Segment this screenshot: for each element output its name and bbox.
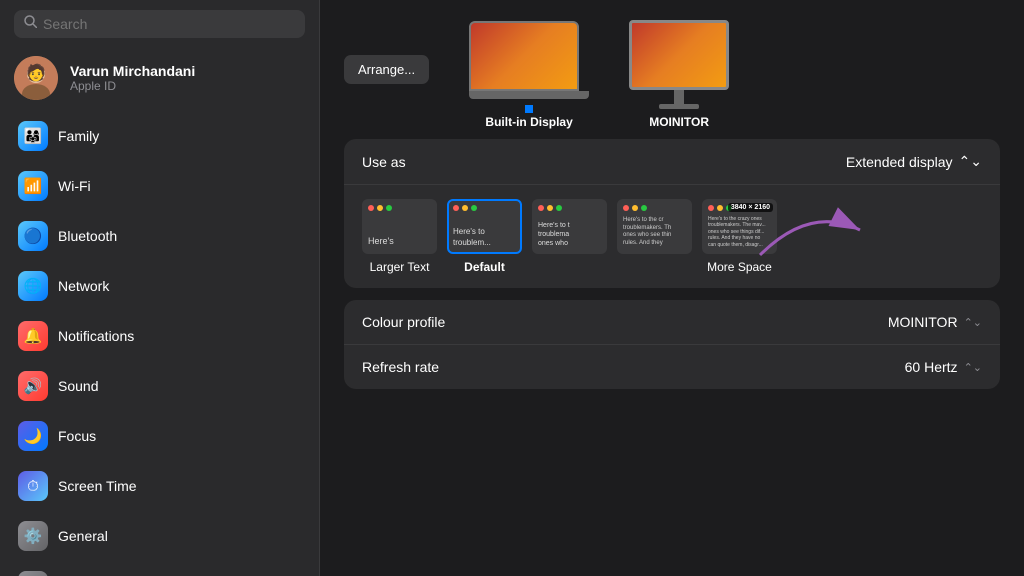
- laptop-base-preview: [469, 91, 589, 99]
- sidebar-item-network[interactable]: 🌐 Network: [8, 262, 311, 310]
- main-content: Arrange... Built-in Display MOINITOR Use…: [320, 0, 1024, 576]
- sound-icon: 🔊: [18, 371, 48, 401]
- colour-profile-value-row[interactable]: MOINITOR ⌃⌄: [888, 314, 982, 330]
- refresh-rate-value-row[interactable]: 60 Hertz ⌃⌄: [905, 359, 982, 375]
- display-settings-card: Colour profile MOINITOR ⌃⌄ Refresh rate …: [344, 300, 1000, 389]
- resolution-label-more-space: More Space: [707, 260, 772, 274]
- family-icon: 👨‍👩‍👧: [18, 121, 48, 151]
- sidebar-item-general[interactable]: ⚙️ General: [8, 512, 311, 560]
- refresh-rate-row: Refresh rate 60 Hertz ⌃⌄: [344, 345, 1000, 389]
- use-as-label: Use as: [362, 154, 406, 170]
- search-icon: [24, 15, 37, 33]
- monitor-screen-preview: [629, 20, 729, 90]
- resolution-options: Here's Larger Text Here's totroublem... …: [344, 185, 1000, 288]
- resolution-option-3[interactable]: Here's to ttroublemaones who: [532, 199, 607, 274]
- sidebar-items: 👨‍👩‍👧 Family 📶 Wi-Fi 🔵 Bluetooth 🌐 Netwo…: [0, 112, 319, 576]
- display-header-row: Arrange... Built-in Display MOINITOR: [344, 20, 1000, 129]
- resolution-label-default: Default: [464, 260, 505, 274]
- arrange-button[interactable]: Arrange...: [344, 55, 429, 84]
- use-as-card: Use as Extended display ⌃⌄ Here's Larger…: [344, 139, 1000, 288]
- resolution-preview-default: Here's totroublem...: [447, 199, 522, 254]
- resolution-option-4[interactable]: Here's to the crtroublemakers. Thones wh…: [617, 199, 692, 274]
- focus-icon: 🌙: [18, 421, 48, 451]
- refresh-rate-value: 60 Hertz: [905, 359, 958, 375]
- refresh-rate-label: Refresh rate: [362, 359, 439, 375]
- resolution-label-larger: Larger Text: [370, 260, 430, 274]
- display-item-builtin[interactable]: Built-in Display: [469, 21, 589, 129]
- search-input[interactable]: [43, 16, 295, 32]
- wifi-icon: 📶: [18, 171, 48, 201]
- sidebar-item-label-family: Family: [58, 128, 99, 144]
- sidebar-item-screentime[interactable]: ⏱ Screen Time: [8, 462, 311, 510]
- sidebar-item-label-general: General: [58, 528, 108, 544]
- colour-profile-value: MOINITOR: [888, 314, 958, 330]
- resolution-option-more-space[interactable]: Here's to the crazy onestroublemakers. T…: [702, 199, 777, 274]
- resolution-option-larger[interactable]: Here's Larger Text: [362, 199, 437, 274]
- sidebar-item-label-focus: Focus: [58, 428, 96, 444]
- search-input-wrap[interactable]: [14, 10, 305, 38]
- use-as-stepper[interactable]: ⌃⌄: [959, 153, 982, 170]
- general-icon: ⚙️: [18, 521, 48, 551]
- sidebar-item-sound[interactable]: 🔊 Sound: [8, 362, 311, 410]
- sidebar-item-family[interactable]: 👨‍👩‍👧 Family: [8, 112, 311, 160]
- screentime-icon: ⏱: [18, 471, 48, 501]
- monitor-display-label: MOINITOR: [649, 115, 709, 129]
- refresh-rate-stepper[interactable]: ⌃⌄: [964, 361, 982, 374]
- user-info: Varun Mirchandani Apple ID: [70, 63, 195, 93]
- colour-profile-label: Colour profile: [362, 314, 445, 330]
- selected-indicator: [525, 105, 533, 113]
- sidebar-item-label-wifi: Wi-Fi: [58, 178, 91, 194]
- monitor-foot: [659, 104, 699, 109]
- use-as-value-row[interactable]: Extended display ⌃⌄: [846, 153, 982, 170]
- sidebar-item-wifi[interactable]: 📶 Wi-Fi: [8, 162, 311, 210]
- use-as-value: Extended display: [846, 154, 953, 170]
- sidebar-item-label-network: Network: [58, 278, 109, 294]
- username: Varun Mirchandani: [70, 63, 195, 79]
- builtin-display-label: Built-in Display: [485, 115, 572, 129]
- sidebar-item-notifications[interactable]: 🔔 Notifications: [8, 312, 311, 360]
- resolution-preview-3: Here's to ttroublemaones who: [532, 199, 607, 254]
- colour-profile-stepper[interactable]: ⌃⌄: [964, 316, 982, 329]
- user-profile[interactable]: 🧑 Varun Mirchandani Apple ID: [0, 46, 319, 112]
- laptop-screen-preview: [469, 21, 579, 91]
- resolution-option-default[interactable]: Here's totroublem... Default: [447, 199, 522, 274]
- sidebar-item-appearance[interactable]: 🎨 Appearance: [8, 562, 311, 576]
- resolution-preview-4: Here's to the crtroublemakers. Thones wh…: [617, 199, 692, 254]
- sidebar-item-label-bluetooth: Bluetooth: [58, 228, 117, 244]
- resolution-preview-more-space: Here's to the crazy onestroublemakers. T…: [702, 199, 777, 254]
- sidebar-item-focus[interactable]: 🌙 Focus: [8, 412, 311, 460]
- notifications-icon: 🔔: [18, 321, 48, 351]
- search-bar: [0, 0, 319, 46]
- network-icon: 🌐: [18, 271, 48, 301]
- sidebar-item-label-sound: Sound: [58, 378, 98, 394]
- bluetooth-icon: 🔵: [18, 221, 48, 251]
- sidebar-item-label-screentime: Screen Time: [58, 478, 137, 494]
- apple-id-label: Apple ID: [70, 79, 195, 93]
- resolution-badge: 3840 × 2160: [728, 203, 773, 212]
- sidebar: 🧑 Varun Mirchandani Apple ID 👨‍👩‍👧 Famil…: [0, 0, 320, 576]
- sidebar-item-label-notifications: Notifications: [58, 328, 134, 344]
- avatar: 🧑: [14, 56, 58, 100]
- use-as-row: Use as Extended display ⌃⌄: [344, 139, 1000, 185]
- colour-profile-row: Colour profile MOINITOR ⌃⌄: [344, 300, 1000, 345]
- appearance-icon: 🎨: [18, 571, 48, 576]
- resolution-section: Here's Larger Text Here's totroublem... …: [344, 185, 1000, 288]
- sidebar-item-bluetooth[interactable]: 🔵 Bluetooth: [8, 212, 311, 260]
- svg-text:🧑: 🧑: [26, 63, 46, 82]
- display-item-monitor[interactable]: MOINITOR: [629, 20, 729, 129]
- monitor-neck: [674, 90, 684, 104]
- resolution-preview-larger: Here's: [362, 199, 437, 254]
